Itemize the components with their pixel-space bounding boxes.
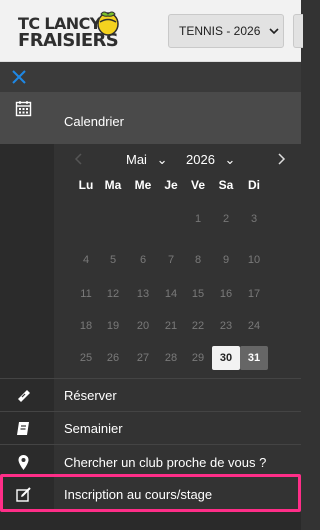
sidebar-item-inscription[interactable]: Inscription au cours/stage	[0, 478, 301, 511]
calendar-day[interactable]: 23	[212, 314, 240, 338]
sidebar-item-club-search-label: Chercher un club proche de vous ?	[64, 455, 267, 470]
calendar-day[interactable]: 24	[240, 314, 268, 338]
calendar-day[interactable]: 12	[99, 282, 127, 306]
weekday-header: Ma	[104, 178, 122, 192]
calendar-day[interactable]: 11	[72, 282, 100, 306]
chevron-down-icon	[269, 28, 279, 35]
sidebar-item-weekly-label: Semainier	[64, 421, 123, 436]
calendar-day[interactable]: 4	[72, 248, 100, 272]
calendar-day[interactable]: 18	[72, 314, 100, 338]
chevron-down-icon: ⌄	[224, 152, 236, 167]
calendar-day[interactable]: 26	[99, 346, 127, 370]
sidebar-bottom-strip	[0, 512, 301, 530]
weekday-header: Ve	[190, 178, 205, 192]
sidebar-close-row	[0, 62, 301, 92]
edit-icon	[16, 487, 31, 502]
calendar-day[interactable]: 10	[240, 248, 268, 272]
calendar-icon	[15, 101, 32, 117]
calendar-day[interactable]: 27	[129, 346, 157, 370]
calendar-day[interactable]: 2	[212, 207, 240, 231]
book-icon	[17, 422, 29, 435]
calendar-day[interactable]: 20	[129, 314, 157, 338]
year-select[interactable]: 2026 ⌄	[186, 152, 235, 168]
ticket-icon	[18, 390, 30, 402]
calendar-day[interactable]: 3	[240, 207, 268, 231]
month-select-label: Mai	[126, 152, 147, 167]
calendar-day[interactable]: 25	[72, 346, 100, 370]
calendar-day[interactable]: 1	[184, 207, 212, 231]
calendar-day[interactable]: 7	[157, 248, 185, 272]
sidebar-item-inscription-label: Inscription au cours/stage	[64, 487, 213, 502]
calendar-day[interactable]: 19	[99, 314, 127, 338]
calendar-day[interactable]: 21	[157, 314, 185, 338]
weekday-header: Di	[248, 178, 260, 192]
season-select[interactable]: TENNIS - 2026	[168, 14, 284, 48]
calendar-day[interactable]: 29	[184, 346, 212, 370]
calendar-day[interactable]: 5	[99, 248, 127, 272]
year-select-label: 2026	[186, 152, 215, 167]
club-logo[interactable]: TC LANCY FRAISIERS	[18, 8, 138, 54]
chevron-right-icon[interactable]	[274, 152, 288, 166]
calendar-widget: Mai ⌄ 2026 ⌄ Lu Ma Me Je Ve Sa Di 1 2 3 …	[54, 144, 301, 378]
calendar-day[interactable]: 9	[212, 248, 240, 272]
sidebar-item-calendar-label: Calendrier	[64, 114, 124, 129]
calendar-day[interactable]: 17	[240, 282, 268, 306]
calendar-day[interactable]: 28	[157, 346, 185, 370]
calendar-day[interactable]: 15	[184, 282, 212, 306]
weekday-header: Sa	[218, 178, 234, 192]
calendar-nav: Mai ⌄ 2026 ⌄	[54, 144, 301, 176]
close-icon[interactable]	[10, 68, 28, 86]
calendar-day-today[interactable]: 31	[240, 346, 268, 370]
tennis-ball-fruit-icon	[97, 11, 119, 36]
sidebar-item-weekly[interactable]: Semainier	[0, 412, 301, 445]
month-select[interactable]: Mai ⌄	[126, 152, 167, 168]
calendar-day[interactable]: 22	[184, 314, 212, 338]
weekday-header: Me	[134, 178, 152, 192]
calendar-day[interactable]: 16	[212, 282, 240, 306]
sidebar-item-calendar[interactable]: Calendrier	[0, 92, 301, 144]
calendar-day[interactable]: 14	[157, 282, 185, 306]
sidebar-item-club-search[interactable]: Chercher un club proche de vous ?	[0, 446, 301, 479]
weekday-header: Je	[164, 178, 178, 192]
header-button-edge[interactable]	[293, 14, 303, 48]
sidebar-divider	[0, 444, 301, 445]
calendar-day	[99, 207, 127, 231]
calendar-day	[157, 207, 185, 231]
sidebar-item-reserve-label: Réserver	[64, 388, 117, 403]
calendar-day[interactable]: 13	[129, 282, 157, 306]
sidebar-item-reserve[interactable]: Réserver	[0, 379, 301, 412]
calendar-day-selected[interactable]: 30	[212, 346, 240, 370]
calendar-day	[72, 207, 100, 231]
chevron-down-icon: ⌄	[156, 152, 168, 167]
weekday-header: Lu	[78, 178, 94, 192]
season-select-label: TENNIS - 2026	[179, 24, 261, 38]
calendar-day	[129, 207, 157, 231]
calendar-day[interactable]: 6	[129, 248, 157, 272]
top-header: TC LANCY FRAISIERS TENNIS - 2026	[0, 0, 303, 62]
calendar-day[interactable]: 8	[184, 248, 212, 272]
sidebar-divider	[0, 476, 301, 477]
map-pin-icon	[18, 455, 29, 470]
chevron-left-icon[interactable]	[72, 152, 86, 166]
